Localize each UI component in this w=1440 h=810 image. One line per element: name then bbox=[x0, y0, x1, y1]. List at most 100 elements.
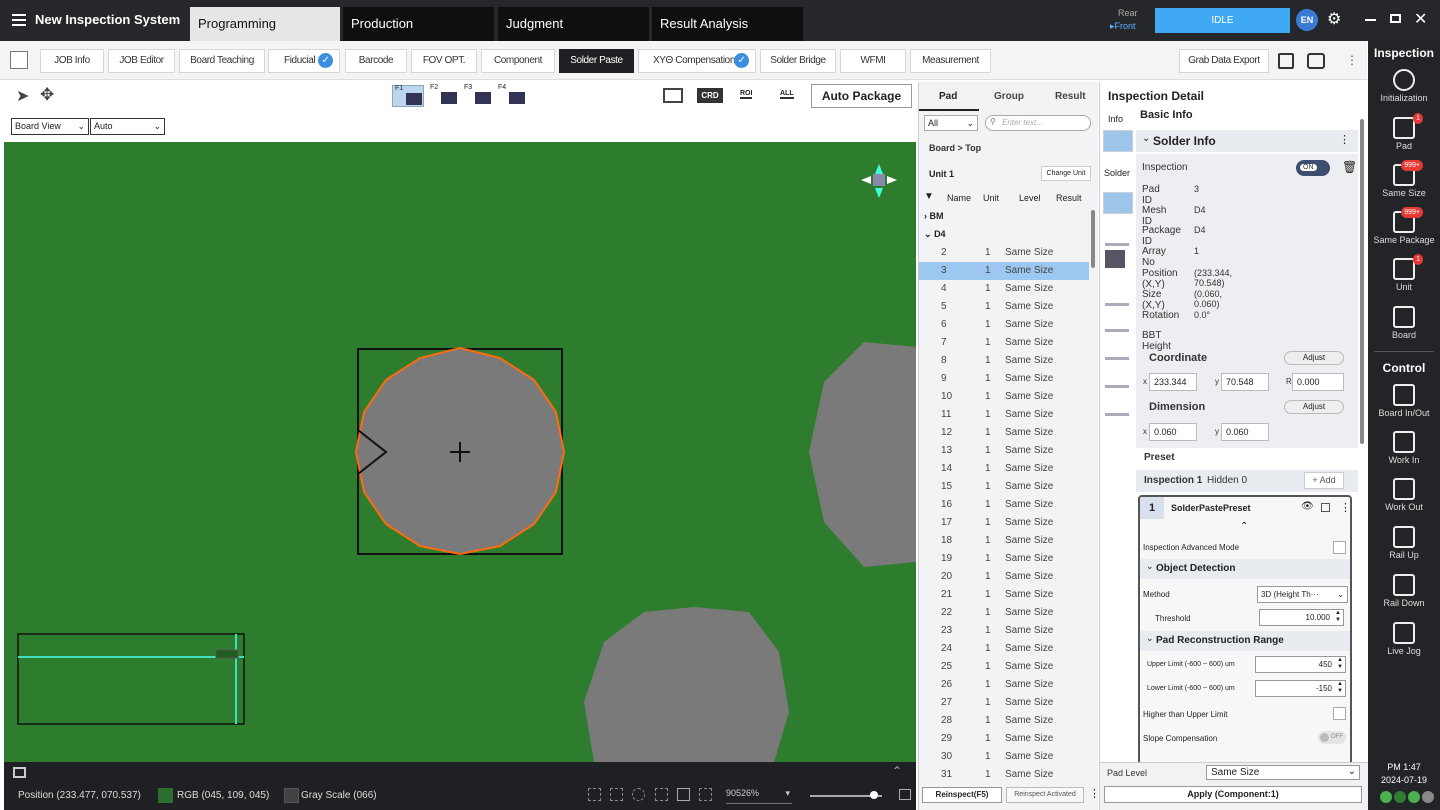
stepper-icon[interactable]: ▲ ▼ bbox=[1335, 610, 1341, 624]
info-tab-icon[interactable] bbox=[1103, 130, 1133, 152]
pointer-icon[interactable]: ➤ bbox=[16, 86, 29, 106]
solder-shape-icon[interactable] bbox=[1105, 224, 1129, 246]
search-input[interactable]: ⚲ Enter text... bbox=[985, 115, 1091, 131]
apply-button[interactable]: Apply (Component:1) bbox=[1104, 786, 1362, 803]
solder-bridge-icon[interactable] bbox=[1105, 284, 1129, 306]
group-bm[interactable]: › BM bbox=[924, 211, 944, 221]
eye-icon[interactable]: 👁 bbox=[1301, 501, 1314, 512]
col-result[interactable]: Result bbox=[1056, 193, 1082, 203]
roi-button[interactable]: ROI bbox=[740, 90, 753, 99]
side-tab-info[interactable]: Info bbox=[1108, 114, 1123, 124]
zoom-slider[interactable] bbox=[810, 791, 882, 799]
table-row[interactable]: 25 1 Same Size bbox=[919, 658, 1089, 676]
image-icon[interactable] bbox=[13, 767, 26, 778]
side-tab-solder[interactable]: Solder bbox=[1104, 168, 1130, 178]
control-live-jog[interactable]: Live Jog bbox=[1368, 622, 1440, 656]
dim-y-input[interactable]: 0.060 bbox=[1221, 423, 1269, 441]
add-preset-button[interactable]: + Add bbox=[1304, 472, 1344, 489]
compass-icon[interactable] bbox=[861, 164, 897, 198]
table-row[interactable]: 8 1 Same Size bbox=[919, 352, 1089, 370]
collapse-icon[interactable]: ⌃ bbox=[892, 764, 902, 778]
higher-checkbox[interactable] bbox=[1333, 707, 1346, 720]
table-row[interactable]: 2 1 Same Size bbox=[919, 244, 1089, 262]
zoom-out-icon[interactable] bbox=[655, 788, 668, 801]
f2-layout-button[interactable]: F2 bbox=[428, 84, 460, 107]
mini-map[interactable] bbox=[17, 633, 245, 725]
change-unit-button[interactable]: Change Unit bbox=[1041, 166, 1091, 181]
more-icon[interactable]: ⋮ bbox=[1339, 133, 1350, 146]
table-row[interactable]: 10 1 Same Size bbox=[919, 388, 1089, 406]
control-rail-down[interactable]: Rail Down bbox=[1368, 574, 1440, 608]
table-row[interactable]: 30 1 Same Size bbox=[919, 748, 1089, 766]
coord-r-input[interactable]: 0.000 bbox=[1292, 373, 1344, 391]
solder-volume-icon[interactable] bbox=[1105, 338, 1129, 360]
subtab-board-teaching[interactable]: Board Teaching bbox=[179, 49, 265, 73]
dim-x-input[interactable]: 0.060 bbox=[1149, 423, 1197, 441]
slope-toggle[interactable]: OFF bbox=[1318, 731, 1346, 744]
board-viewer[interactable] bbox=[4, 142, 916, 762]
tab-production[interactable]: Production bbox=[343, 7, 494, 41]
subtab-fov-opt[interactable]: FOV OPT. bbox=[411, 49, 477, 73]
solder-area-icon[interactable] bbox=[1105, 310, 1129, 332]
mid-tab-pad[interactable]: Pad bbox=[939, 91, 957, 102]
restore-icon[interactable] bbox=[1390, 14, 1401, 23]
solder-info-header[interactable]: ⌄ Solder Info ⋮ bbox=[1136, 130, 1358, 152]
table-row[interactable]: 5 1 Same Size bbox=[919, 298, 1089, 316]
f1-layout-button[interactable]: F1 bbox=[392, 85, 424, 107]
subtab-solder-bridge[interactable]: Solder Bridge bbox=[760, 49, 836, 73]
pad-shape-right[interactable] bbox=[809, 342, 916, 567]
detail-scrollbar[interactable] bbox=[1360, 119, 1364, 444]
coord-x-input[interactable]: 233.344 bbox=[1149, 373, 1197, 391]
table-row[interactable]: 3 1 Same Size bbox=[919, 262, 1089, 280]
control-board-in-out[interactable]: Board In/Out bbox=[1368, 384, 1440, 418]
zoom-reset-icon[interactable] bbox=[699, 788, 712, 801]
upper-limit-input[interactable]: 450 ▲ ▼ bbox=[1255, 656, 1346, 673]
trash-icon[interactable]: 🗑 bbox=[1342, 160, 1357, 174]
table-row[interactable]: 13 1 Same Size bbox=[919, 442, 1089, 460]
table-row[interactable]: 14 1 Same Size bbox=[919, 460, 1089, 478]
table-row[interactable]: 18 1 Same Size bbox=[919, 532, 1089, 550]
filter-funnel-icon[interactable]: ▼ bbox=[924, 191, 934, 202]
list-scrollbar[interactable] bbox=[1091, 210, 1095, 268]
tab-programming[interactable]: Programming bbox=[190, 7, 340, 41]
control-work-out[interactable]: Work Out bbox=[1368, 478, 1440, 512]
crd-button[interactable]: CRD bbox=[697, 88, 723, 103]
table-row[interactable]: 26 1 Same Size bbox=[919, 676, 1089, 694]
pad-recon-header[interactable]: ⌄ Pad Reconstruction Range bbox=[1140, 631, 1350, 651]
col-level[interactable]: Level bbox=[1019, 193, 1041, 203]
group-d4[interactable]: ⌄ D4 bbox=[924, 229, 946, 240]
object-detection-header[interactable]: ⌄ Object Detection bbox=[1140, 559, 1350, 579]
more-icon[interactable]: ⋮ bbox=[1340, 501, 1350, 514]
control-rail-up[interactable]: Rail Up bbox=[1368, 526, 1440, 560]
subtab-xyo-compensation[interactable]: XYΘ Compensation ✓ bbox=[638, 49, 756, 73]
mode-select[interactable]: Auto ⌄ bbox=[90, 118, 165, 135]
lower-limit-input[interactable]: -150 ▲ ▼ bbox=[1255, 680, 1346, 697]
language-button[interactable]: EN bbox=[1296, 9, 1318, 31]
zoom-in-icon[interactable] bbox=[632, 788, 645, 801]
save-icon[interactable] bbox=[1278, 53, 1294, 69]
table-row[interactable]: 27 1 Same Size bbox=[919, 694, 1089, 712]
zoom-area-icon[interactable] bbox=[610, 788, 623, 801]
table-row[interactable]: 11 1 Same Size bbox=[919, 406, 1089, 424]
table-row[interactable]: 4 1 Same Size bbox=[919, 280, 1089, 298]
table-row[interactable]: 31 1 Same Size bbox=[919, 766, 1089, 782]
table-row[interactable]: 22 1 Same Size bbox=[919, 604, 1089, 622]
table-row[interactable]: 28 1 Same Size bbox=[919, 712, 1089, 730]
grab-data-export-button[interactable]: Grab Data Export bbox=[1179, 49, 1269, 73]
sidebar-item-same-package[interactable]: 999+ Same Package bbox=[1368, 207, 1440, 245]
move-icon[interactable]: ✥ bbox=[40, 85, 54, 105]
table-row[interactable]: 12 1 Same Size bbox=[919, 424, 1089, 442]
board-canvas[interactable] bbox=[4, 142, 916, 762]
pre-tab-icon[interactable] bbox=[1103, 192, 1133, 214]
stepper-icon[interactable]: ▲ ▼ bbox=[1337, 681, 1343, 695]
table-row[interactable]: 20 1 Same Size bbox=[919, 568, 1089, 586]
table-row[interactable]: 7 1 Same Size bbox=[919, 334, 1089, 352]
solder-height-icon[interactable] bbox=[1105, 250, 1125, 268]
close-icon[interactable]: ✕ bbox=[1414, 9, 1427, 29]
pad-shape-bottom[interactable] bbox=[584, 607, 789, 762]
subtab-component[interactable]: Component bbox=[481, 49, 555, 73]
menu-icon[interactable] bbox=[12, 14, 26, 26]
chevron-up-icon[interactable]: ⌃ bbox=[1240, 521, 1248, 532]
adv-mode-checkbox[interactable] bbox=[1333, 541, 1346, 554]
f4-layout-button[interactable]: F4 bbox=[496, 84, 528, 107]
